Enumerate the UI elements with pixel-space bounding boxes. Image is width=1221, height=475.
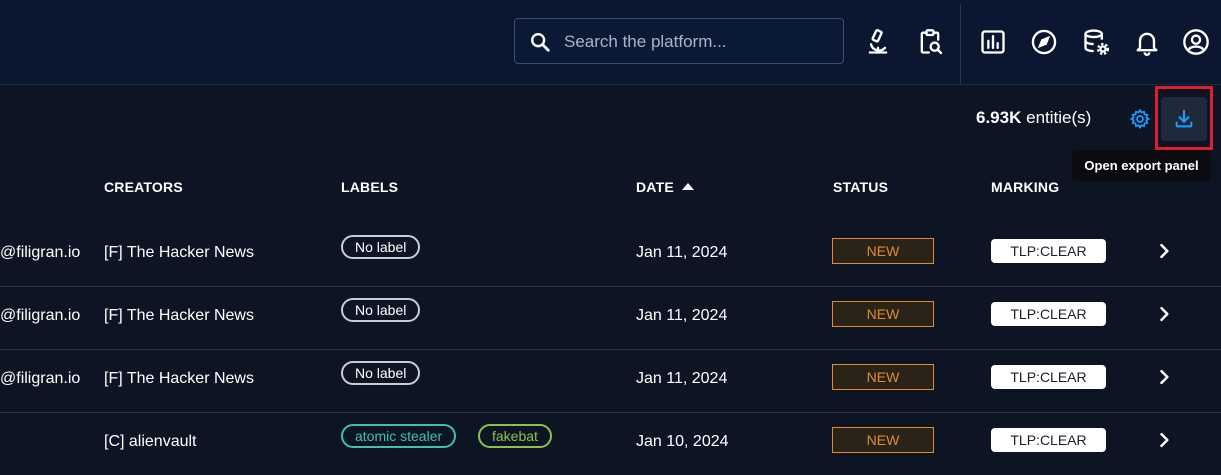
- author-cell: @filigran.io: [0, 244, 81, 261]
- column-header-marking[interactable]: MARKING: [991, 179, 1059, 195]
- table-row[interactable]: @filigran.io [F] The Hacker News No labe…: [0, 349, 1221, 413]
- status-badge: NEW: [832, 238, 934, 264]
- entity-count-value: 6.93K: [976, 108, 1022, 127]
- export-tooltip: Open export panel: [1072, 150, 1211, 181]
- bell-icon[interactable]: [1133, 28, 1161, 56]
- entity-count-unit: entitie(s): [1026, 108, 1092, 127]
- compass-icon[interactable]: [1030, 28, 1058, 56]
- chevron-right-icon[interactable]: [1154, 367, 1174, 387]
- status-badge: NEW: [832, 364, 934, 390]
- microscope-icon[interactable]: [864, 28, 892, 56]
- column-header-creators[interactable]: CREATORS: [104, 179, 183, 195]
- date-cell: Jan 10, 2024: [636, 433, 729, 450]
- marking-badge: TLP:CLEAR: [991, 365, 1106, 389]
- label-chip: atomic stealer: [341, 424, 457, 448]
- author-cell: @filigran.io: [0, 370, 81, 387]
- entity-count: 6.93K entitie(s): [976, 108, 1091, 128]
- toolbar-divider: [960, 4, 961, 84]
- account-icon[interactable]: [1182, 28, 1210, 56]
- creator-cell: [F] The Hacker News: [104, 244, 254, 261]
- label-chip: No label: [341, 361, 421, 385]
- creator-cell: [F] The Hacker News: [104, 370, 254, 387]
- date-cell: Jan 11, 2024: [636, 370, 728, 387]
- table-row[interactable]: @filigran.io [F] The Hacker News No labe…: [0, 286, 1221, 350]
- settings-button[interactable]: [1120, 97, 1160, 141]
- table-row[interactable]: @filigran.io [F] The Hacker News No labe…: [0, 223, 1221, 287]
- gear-icon: [1129, 108, 1151, 130]
- sort-ascending-icon: [681, 183, 694, 190]
- chevron-right-icon[interactable]: [1154, 430, 1174, 450]
- chevron-right-icon[interactable]: [1154, 304, 1174, 324]
- label-chip: No label: [341, 298, 421, 322]
- table-row[interactable]: [C] alienvault atomic stealer fakebat Ja…: [0, 412, 1221, 475]
- column-header-labels[interactable]: LABELS: [341, 179, 398, 195]
- creator-cell: [C] alienvault: [104, 433, 197, 450]
- label-chip: fakebat: [478, 424, 552, 448]
- author-cell: @filigran.io: [0, 307, 81, 324]
- dashboard-icon[interactable]: [979, 28, 1007, 56]
- date-cell: Jan 11, 2024: [636, 307, 728, 324]
- clipboard-search-icon[interactable]: [916, 28, 944, 56]
- column-header-date-label: DATE: [636, 179, 674, 195]
- status-badge: NEW: [832, 427, 934, 453]
- export-button[interactable]: [1161, 97, 1207, 141]
- date-cell: Jan 11, 2024: [636, 244, 728, 261]
- column-header-status[interactable]: STATUS: [833, 179, 888, 195]
- status-badge: NEW: [832, 301, 934, 327]
- search-input[interactable]: [562, 19, 836, 65]
- search-icon: [531, 33, 550, 52]
- label-chip: No label: [341, 235, 421, 259]
- marking-badge: TLP:CLEAR: [991, 302, 1106, 326]
- search-box[interactable]: [514, 18, 844, 65]
- chevron-right-icon[interactable]: [1154, 241, 1174, 261]
- top-bar: [0, 0, 1221, 85]
- database-settings-icon[interactable]: [1082, 28, 1110, 56]
- column-header-date[interactable]: DATE: [636, 179, 694, 195]
- download-icon: [1175, 109, 1193, 128]
- marking-badge: TLP:CLEAR: [991, 239, 1106, 263]
- creator-cell: [F] The Hacker News: [104, 307, 254, 324]
- marking-badge: TLP:CLEAR: [991, 428, 1106, 452]
